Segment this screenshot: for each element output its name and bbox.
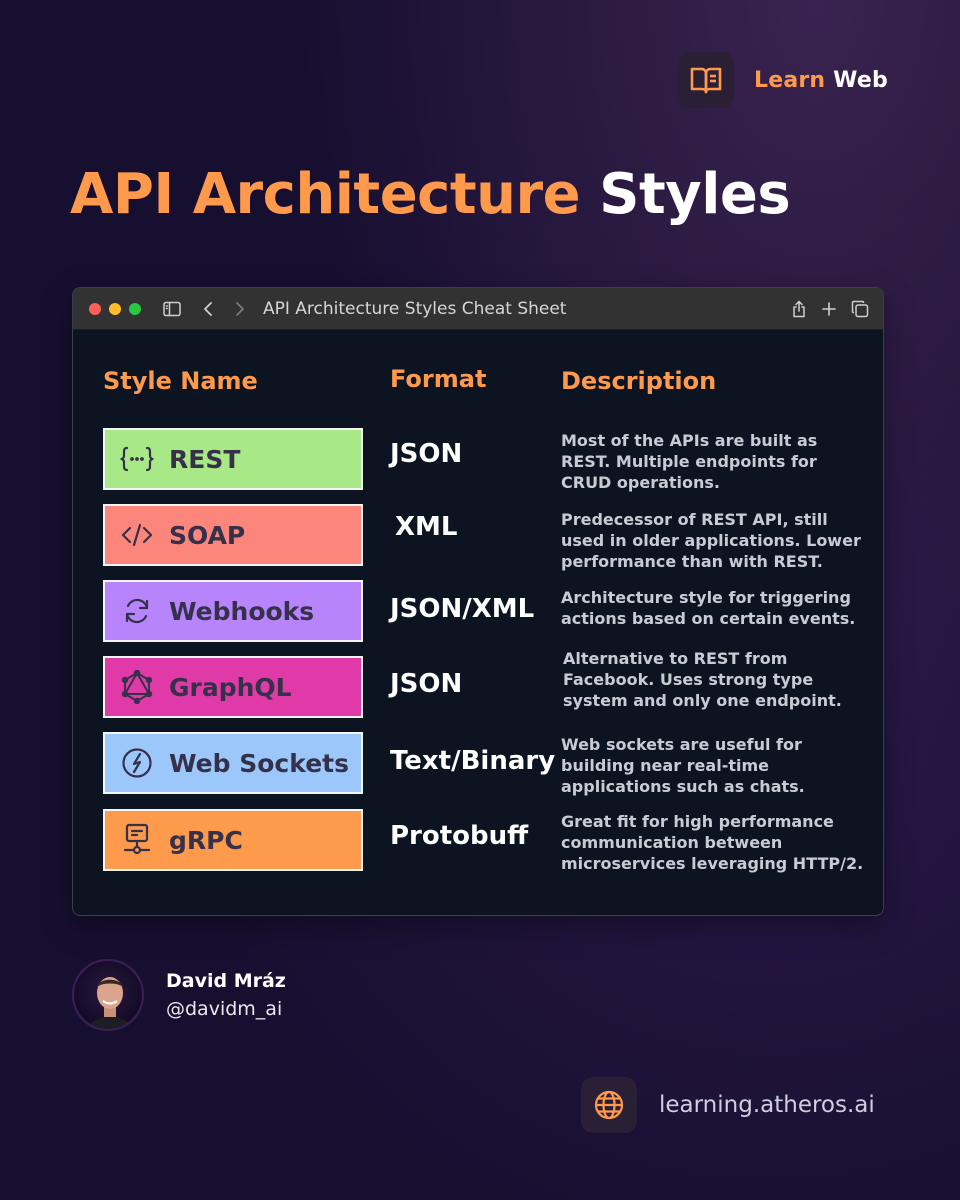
- window-controls: [89, 302, 141, 315]
- chevron-left-icon[interactable]: [203, 301, 213, 317]
- author-name: David Mráz: [166, 970, 286, 992]
- description-grpc: Great fit for high performance communica…: [561, 812, 864, 873]
- header-format: Format: [390, 365, 487, 393]
- style-box-web-sockets: Web Sockets: [103, 732, 363, 794]
- description-soap: Predecessor of REST API, still used in o…: [561, 510, 861, 571]
- site-link[interactable]: learning.atheros.ai: [581, 1077, 875, 1133]
- graphql-icon: [119, 669, 155, 705]
- avatar: [72, 959, 144, 1031]
- author-card: David Mráz @davidm_ai: [72, 959, 286, 1031]
- browser-window: API Architecture Styles Cheat Sheet Styl…: [72, 287, 884, 916]
- format-soap: XML: [395, 512, 458, 542]
- style-name-label: GraphQL: [169, 672, 292, 702]
- format-graphql: JSON: [390, 669, 463, 699]
- book-icon: [678, 52, 734, 108]
- description-rest: Most of the APIs are built as REST. Mult…: [561, 431, 818, 492]
- bolt-circle-icon: [119, 745, 155, 781]
- minimize-window-button[interactable]: [109, 302, 121, 315]
- author-handle[interactable]: @davidm_ai: [166, 998, 286, 1020]
- description-graphql: Alternative to REST from Facebook. Uses …: [563, 649, 842, 710]
- style-name-label: gRPC: [169, 825, 243, 855]
- brand-word-learn: Learn: [754, 67, 826, 93]
- braces-icon: [119, 441, 155, 477]
- header-description: Description: [561, 367, 717, 395]
- globe-icon: [581, 1077, 637, 1133]
- style-name-label: Webhooks: [169, 596, 315, 626]
- chevron-right-icon[interactable]: [235, 301, 245, 317]
- style-name-label: Web Sockets: [169, 748, 349, 778]
- brand: Learn Web: [678, 52, 888, 108]
- title-part-2: Styles: [599, 162, 791, 227]
- refresh-icon: [119, 593, 155, 629]
- site-url[interactable]: learning.atheros.ai: [659, 1092, 875, 1118]
- style-box-webhooks: Webhooks: [103, 580, 363, 642]
- style-box-grpc: gRPC: [103, 809, 363, 871]
- brand-name: Learn Web: [754, 68, 888, 93]
- title-part-1: API Architecture: [70, 162, 581, 227]
- code-icon: [119, 517, 155, 553]
- plus-icon[interactable]: [821, 301, 837, 317]
- share-icon[interactable]: [791, 300, 807, 318]
- style-box-rest: REST: [103, 428, 363, 490]
- browser-tab-title: API Architecture Styles Cheat Sheet: [263, 298, 567, 319]
- brand-word-web: Web: [833, 67, 888, 93]
- description-webhooks: Architecture style for triggering action…: [561, 588, 856, 628]
- maximize-window-button[interactable]: [129, 302, 141, 315]
- format-rest: JSON: [390, 439, 463, 469]
- format-webhooks: JSON/XML: [390, 594, 535, 624]
- format-web-sockets: Text/Binary: [390, 746, 556, 776]
- presentation-icon: [119, 822, 155, 858]
- style-box-soap: SOAP: [103, 504, 363, 566]
- style-name-label: REST: [169, 444, 241, 474]
- format-grpc: Protobuff: [390, 821, 529, 851]
- browser-titlebar: API Architecture Styles Cheat Sheet: [73, 288, 883, 330]
- page-title: API Architecture Styles: [70, 162, 791, 227]
- sidebar-icon[interactable]: [163, 301, 181, 317]
- style-box-graphql: GraphQL: [103, 656, 363, 718]
- description-web-sockets: Web sockets are useful for building near…: [561, 735, 805, 796]
- style-name-label: SOAP: [169, 520, 246, 550]
- close-window-button[interactable]: [89, 302, 101, 315]
- header-style-name: Style Name: [103, 367, 258, 395]
- tabs-icon[interactable]: [851, 300, 869, 318]
